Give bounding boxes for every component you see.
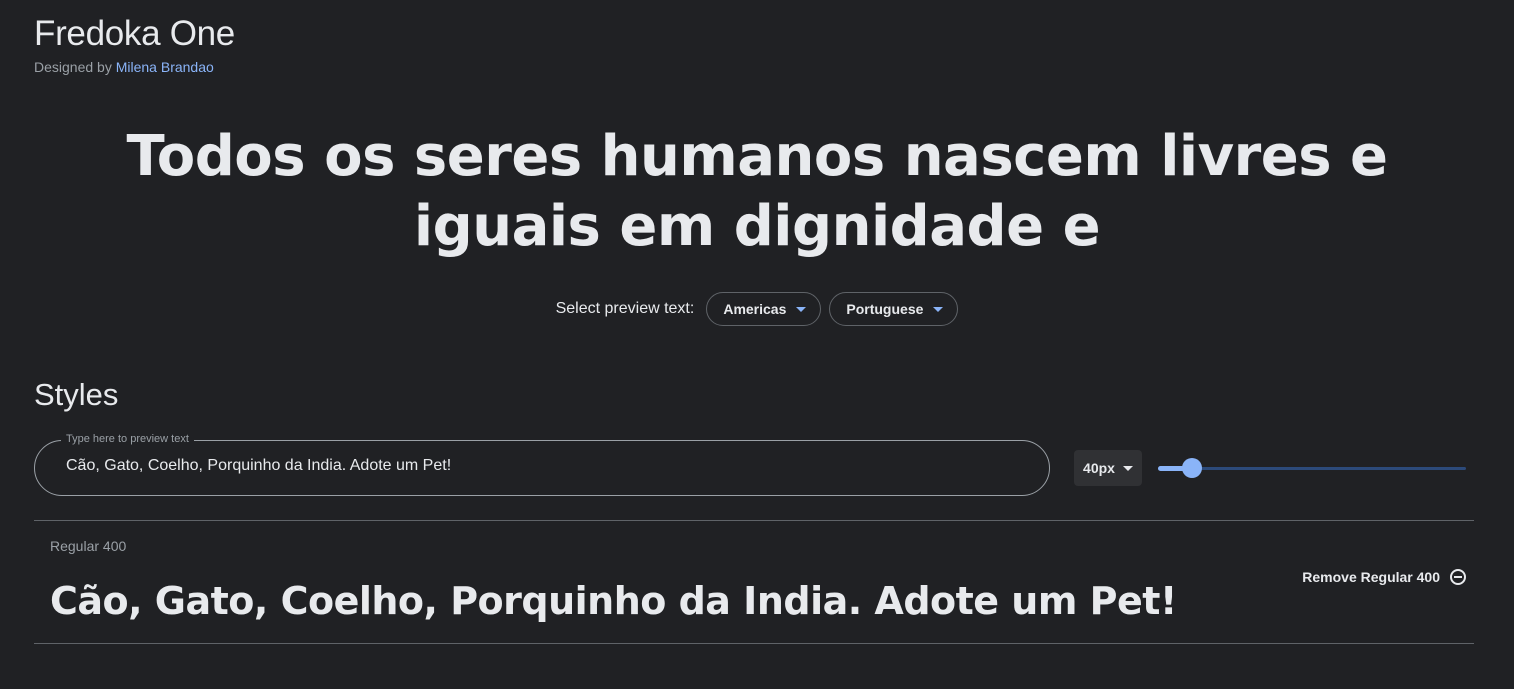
preview-text-input[interactable] [66, 457, 966, 475]
font-size-value: 40px [1083, 460, 1115, 476]
preview-text-field-label: Type here to preview text [61, 433, 194, 445]
chevron-down-icon [796, 306, 807, 312]
divider [34, 643, 1474, 644]
remove-style-label: Remove Regular 400 [1302, 569, 1440, 585]
language-dropdown[interactable]: Portuguese [829, 292, 959, 326]
designed-by-label: Designed by [34, 59, 112, 75]
font-size-slider-thumb[interactable] [1181, 458, 1202, 478]
language-dropdown-label: Portuguese [846, 301, 924, 317]
chevron-down-icon [1122, 465, 1133, 471]
preview-text-field[interactable]: Type here to preview text [34, 433, 1050, 496]
font-size-slider[interactable] [1158, 458, 1466, 478]
designer-link[interactable]: Milena Brandao [116, 59, 214, 75]
designer-credit: Designed by Milena Brandao [34, 59, 214, 75]
font-details-page: Fredoka One Designed by Milena Brandao T… [0, 0, 1514, 689]
styles-heading: Styles [34, 377, 119, 412]
region-dropdown[interactable]: Americas [706, 292, 822, 326]
chevron-down-icon [933, 306, 944, 312]
remove-circle-icon [1450, 569, 1466, 585]
remove-style-button[interactable]: Remove Regular 400 [1302, 569, 1466, 585]
font-title: Fredoka One [34, 14, 235, 53]
preview-select-label: Select preview text: [555, 300, 695, 317]
region-dropdown-label: Americas [723, 301, 787, 317]
preview-text-selector: Select preview text: Americas Portuguese [0, 292, 1514, 326]
style-name: Regular 400 [50, 538, 127, 554]
font-size-dropdown[interactable]: 40px [1074, 450, 1142, 486]
hero-preview-text: Todos os seres humanos nascem livres e i… [126, 124, 1388, 259]
divider [34, 520, 1474, 521]
style-sample-text: Cão, Gato, Coelho, Porquinho da India. A… [50, 579, 1177, 623]
